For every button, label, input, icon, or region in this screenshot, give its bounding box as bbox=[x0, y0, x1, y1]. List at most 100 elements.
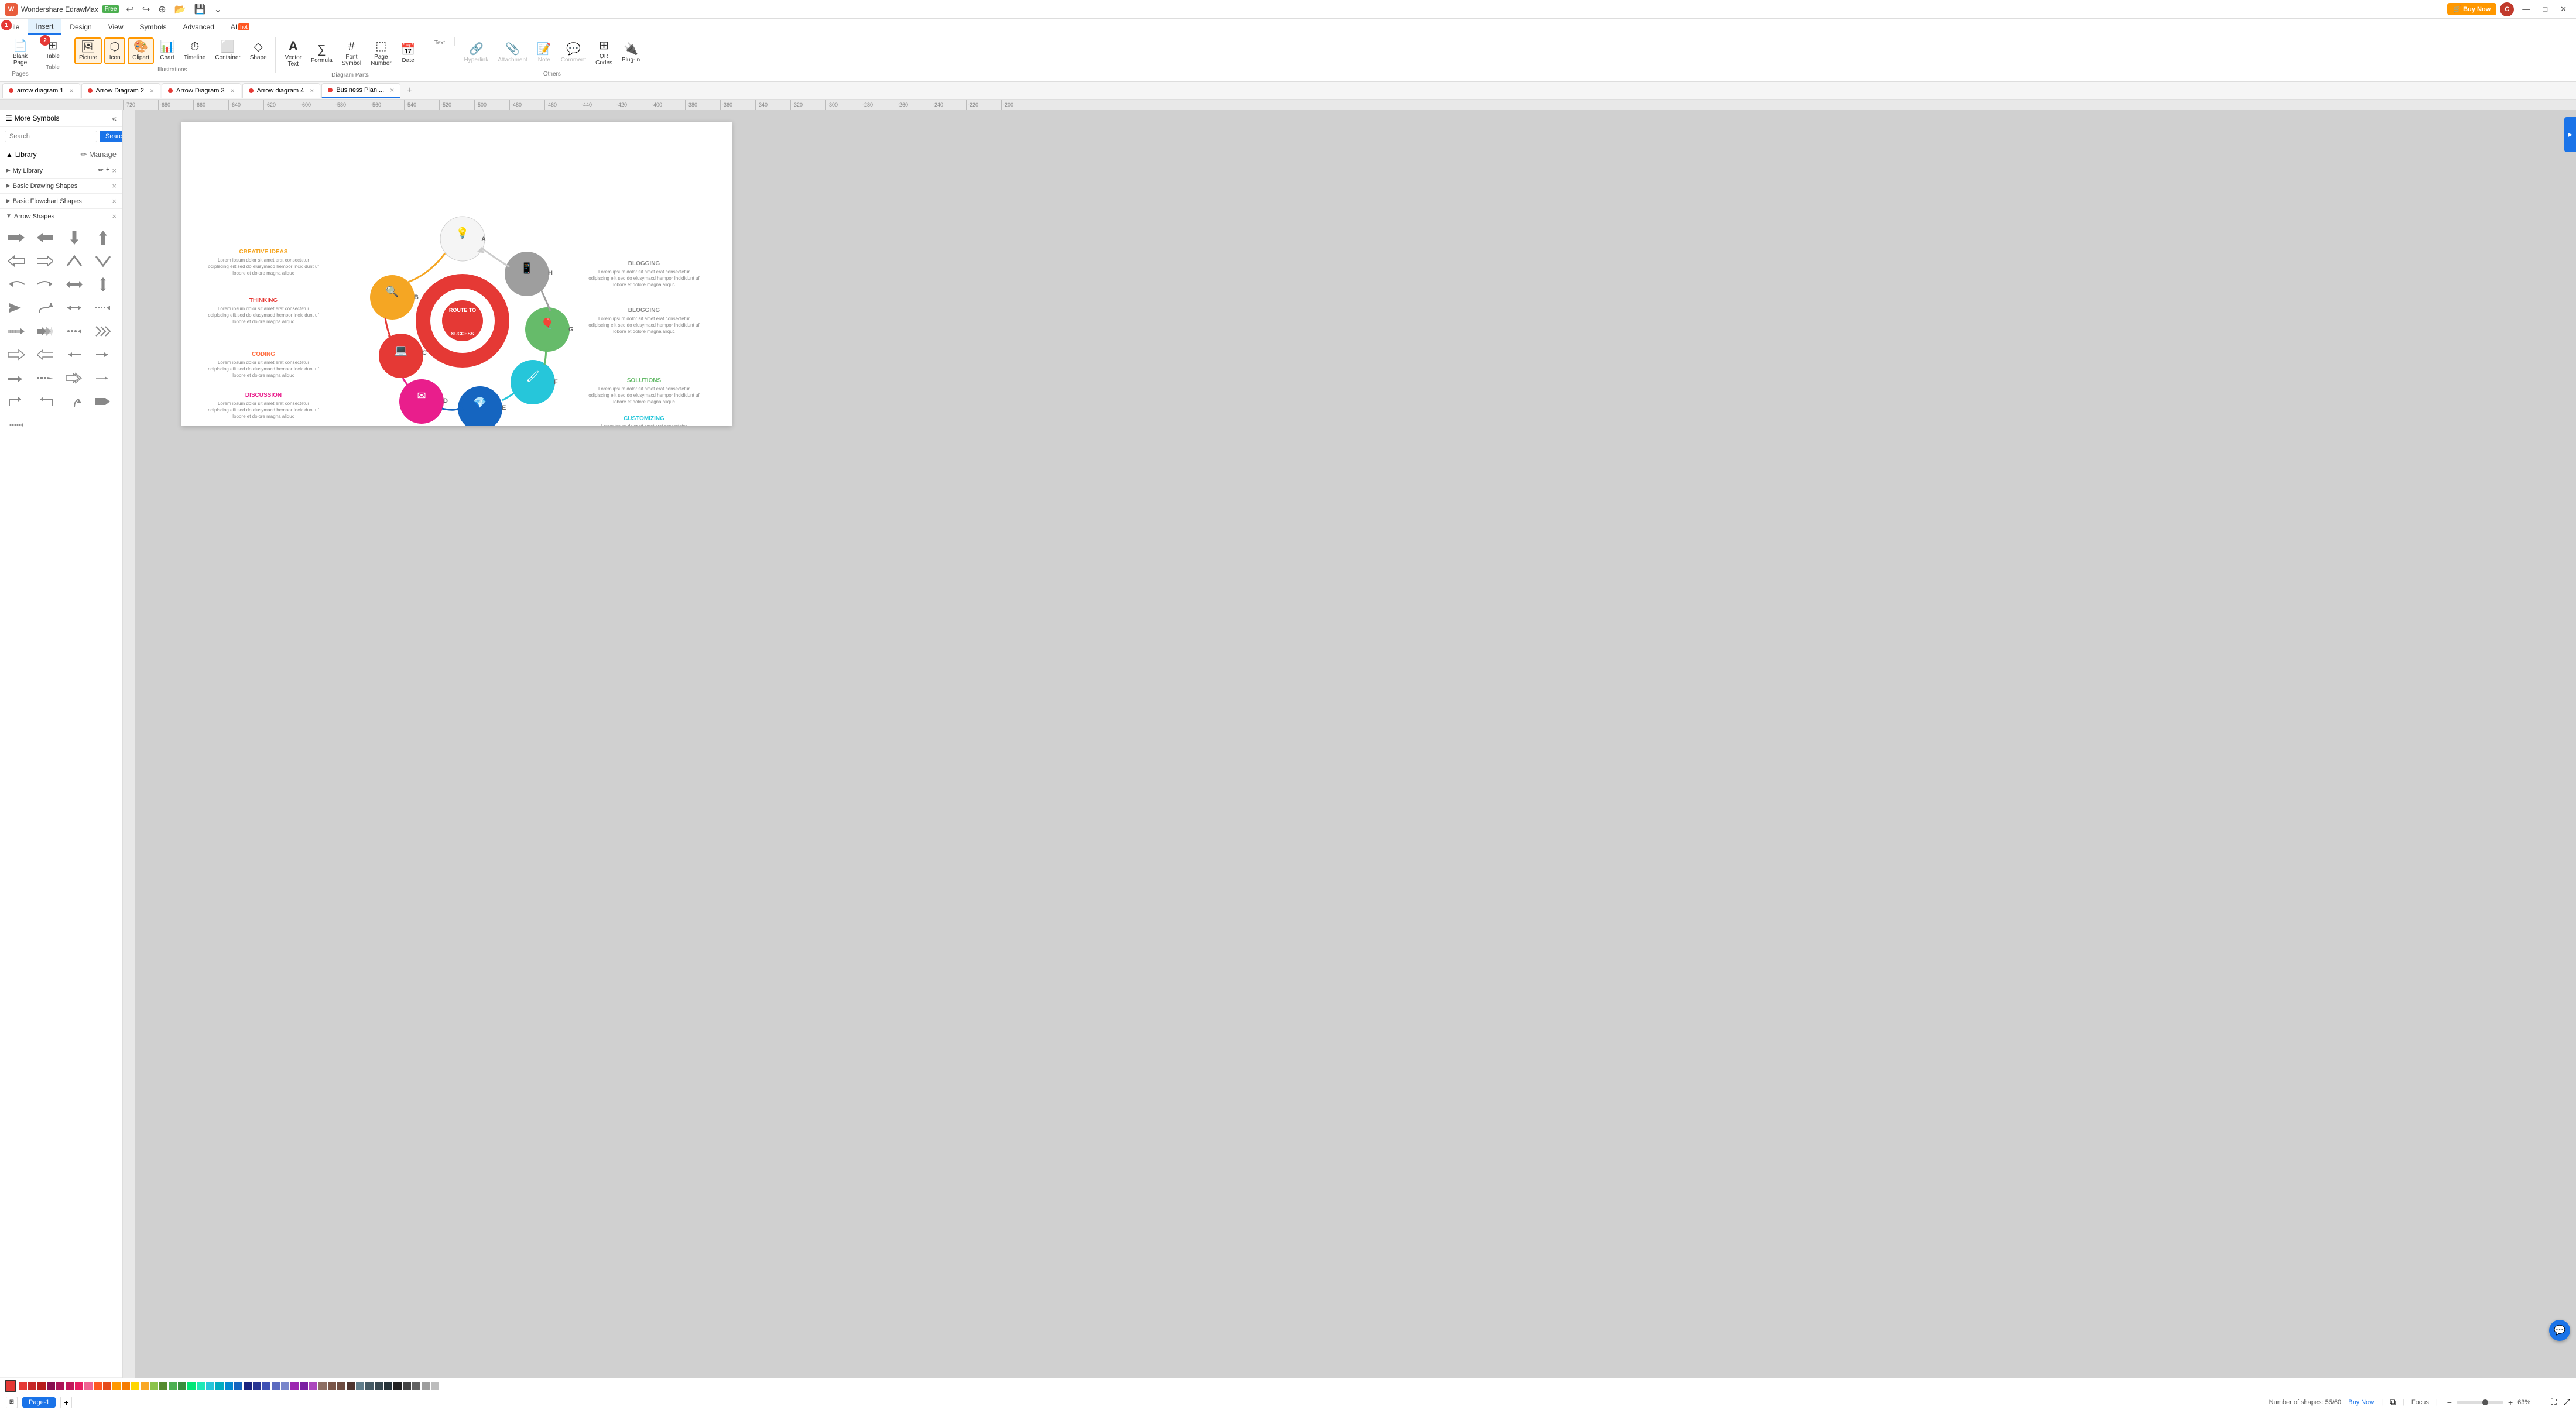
color-swatch[interactable] bbox=[37, 1382, 46, 1390]
color-swatch[interactable] bbox=[75, 1382, 83, 1390]
table-btn[interactable]: 2 ⊞ Table bbox=[42, 37, 63, 62]
plugin-btn[interactable]: 🔌 Plug-in bbox=[618, 41, 643, 66]
color-swatch[interactable] bbox=[234, 1382, 242, 1390]
blank-page-btn[interactable]: 📄 BlankPage bbox=[9, 37, 31, 68]
basic-flowchart-close[interactable]: × bbox=[112, 197, 117, 205]
color-swatch[interactable] bbox=[281, 1382, 289, 1390]
color-swatch[interactable] bbox=[103, 1382, 111, 1390]
new-btn[interactable]: ⊕ bbox=[155, 2, 169, 16]
color-swatch[interactable] bbox=[337, 1382, 345, 1390]
open-btn[interactable]: 📂 bbox=[172, 2, 189, 16]
shape-chevrons[interactable] bbox=[91, 321, 115, 342]
qr-codes-btn[interactable]: ⊞ QRCodes bbox=[592, 37, 616, 68]
shape-arrow-up[interactable] bbox=[91, 227, 115, 248]
undo-btn[interactable]: ↩ bbox=[123, 2, 136, 16]
color-swatch[interactable] bbox=[328, 1382, 336, 1390]
color-swatch[interactable] bbox=[47, 1382, 55, 1390]
menu-advanced[interactable]: Advanced bbox=[175, 19, 222, 35]
picture-btn[interactable]: 🖼 Picture bbox=[74, 37, 102, 64]
color-swatch[interactable] bbox=[187, 1382, 196, 1390]
color-swatch[interactable] bbox=[28, 1382, 36, 1390]
shape-small-dots-right[interactable] bbox=[5, 414, 28, 435]
color-swatch[interactable] bbox=[318, 1382, 327, 1390]
container-btn[interactable]: ⬜ Container bbox=[211, 39, 244, 63]
color-swatch[interactable] bbox=[403, 1382, 411, 1390]
maximize-btn[interactable]: □ bbox=[2538, 4, 2552, 15]
buy-now-btn[interactable]: 🛒 Buy Now bbox=[2447, 3, 2496, 15]
tab-close-4[interactable]: × bbox=[310, 87, 314, 95]
color-swatch[interactable] bbox=[197, 1382, 205, 1390]
shape-arrow-down[interactable] bbox=[63, 227, 86, 248]
shape-striped-arrow[interactable] bbox=[5, 321, 28, 342]
basic-drawing-close[interactable]: × bbox=[112, 181, 117, 190]
zoom-out-btn[interactable]: − bbox=[2445, 1398, 2454, 1407]
tab-arrow-diagram-4[interactable]: Arrow diagram 4 × bbox=[242, 83, 321, 98]
shape-small-dotted[interactable] bbox=[33, 368, 57, 389]
color-swatch[interactable] bbox=[244, 1382, 252, 1390]
comment-btn[interactable]: 💬 Comment bbox=[557, 41, 590, 66]
canvas-container[interactable]: ROUTE TO SUCCESS 💡 A 🔍 B 💻 C bbox=[135, 110, 2576, 438]
font-symbol-btn[interactable]: # FontSymbol bbox=[338, 38, 365, 69]
color-swatch[interactable] bbox=[169, 1382, 177, 1390]
color-swatch[interactable] bbox=[365, 1382, 374, 1390]
shape-arrow-left[interactable] bbox=[33, 227, 57, 248]
color-swatch[interactable] bbox=[300, 1382, 308, 1390]
tab-arrow-diagram-3[interactable]: Arrow Diagram 3 × bbox=[162, 83, 241, 98]
color-swatch[interactable] bbox=[272, 1382, 280, 1390]
shape-arrow-right[interactable] bbox=[5, 227, 28, 248]
shape-small-arrow-r[interactable] bbox=[5, 368, 28, 389]
shape-arrow-curved-right[interactable] bbox=[33, 274, 57, 295]
color-swatch[interactable] bbox=[309, 1382, 317, 1390]
tab-close-1[interactable]: × bbox=[69, 87, 73, 95]
redo-btn[interactable]: ↪ bbox=[139, 2, 153, 16]
timeline-btn[interactable]: ⏱ Timeline bbox=[180, 39, 209, 63]
color-swatch[interactable] bbox=[412, 1382, 420, 1390]
shape-bent-arrow-l[interactable] bbox=[33, 391, 57, 412]
page-tab-1[interactable]: Page-1 bbox=[22, 1397, 56, 1408]
color-swatch[interactable] bbox=[56, 1382, 64, 1390]
shape-arrow-right-outline2[interactable] bbox=[91, 344, 115, 365]
menu-symbols[interactable]: Symbols bbox=[132, 19, 175, 35]
search-input[interactable] bbox=[5, 131, 97, 142]
tab-arrow-diagram-2[interactable]: Arrow Diagram 2 × bbox=[81, 83, 161, 98]
color-swatch[interactable] bbox=[375, 1382, 383, 1390]
menu-view[interactable]: View bbox=[100, 19, 132, 35]
color-swatch[interactable] bbox=[384, 1382, 392, 1390]
color-swatch[interactable] bbox=[431, 1382, 439, 1390]
chat-btn[interactable]: 💬 bbox=[2549, 1320, 2570, 1341]
tab-close-2[interactable]: × bbox=[150, 87, 154, 95]
shape-double-arrow-v[interactable] bbox=[91, 274, 115, 295]
shape-arrow-left2[interactable] bbox=[5, 251, 28, 272]
color-swatch[interactable] bbox=[393, 1382, 402, 1390]
color-swatch[interactable] bbox=[159, 1382, 167, 1390]
color-swatch[interactable] bbox=[94, 1382, 102, 1390]
shape-bent-arrow-r[interactable] bbox=[5, 391, 28, 412]
library-header[interactable]: ▲ Library ✏ Manage bbox=[6, 150, 117, 159]
shape-arrow-right2[interactable] bbox=[33, 251, 57, 272]
color-swatch[interactable] bbox=[253, 1382, 261, 1390]
clipart-btn[interactable]: 🎨 Clipart bbox=[128, 37, 154, 64]
basic-drawing-shapes-header[interactable]: ▶ Basic Drawing Shapes × bbox=[0, 179, 122, 193]
menu-insert[interactable]: Insert bbox=[28, 19, 61, 35]
color-swatch[interactable] bbox=[84, 1382, 93, 1390]
shape-wide-arrow-outline[interactable] bbox=[5, 344, 28, 365]
shape-curved-up-arrow[interactable] bbox=[63, 391, 86, 412]
note-btn[interactable]: 📝 Note bbox=[533, 41, 555, 66]
add-page-btn[interactable]: + bbox=[60, 1397, 72, 1408]
page-number-btn[interactable]: ⬚ PageNumber bbox=[367, 38, 395, 69]
my-library-add-icon[interactable]: + bbox=[106, 166, 109, 175]
fullscreen-btn[interactable]: ⤢ bbox=[2564, 1397, 2570, 1407]
save-btn[interactable]: 💾 bbox=[191, 2, 209, 16]
shape-arrow-dashed[interactable] bbox=[91, 297, 115, 318]
shape-single-left[interactable] bbox=[63, 344, 86, 365]
shape-arrow-s[interactable] bbox=[33, 297, 57, 318]
shape-double-arrow-h[interactable] bbox=[63, 274, 86, 295]
fit-page-btn[interactable]: ⛶ bbox=[2551, 1397, 2557, 1407]
shape-triple-arrow[interactable] bbox=[33, 321, 57, 342]
arrow-shapes-header[interactable]: ▼ Arrow Shapes × bbox=[0, 209, 122, 224]
color-swatch[interactable] bbox=[356, 1382, 364, 1390]
zoom-slider[interactable] bbox=[2457, 1401, 2503, 1404]
color-swatch[interactable] bbox=[112, 1382, 121, 1390]
shape-arrow-curved-left[interactable] bbox=[5, 274, 28, 295]
basic-flowchart-header[interactable]: ▶ Basic Flowchart Shapes × bbox=[0, 194, 122, 208]
